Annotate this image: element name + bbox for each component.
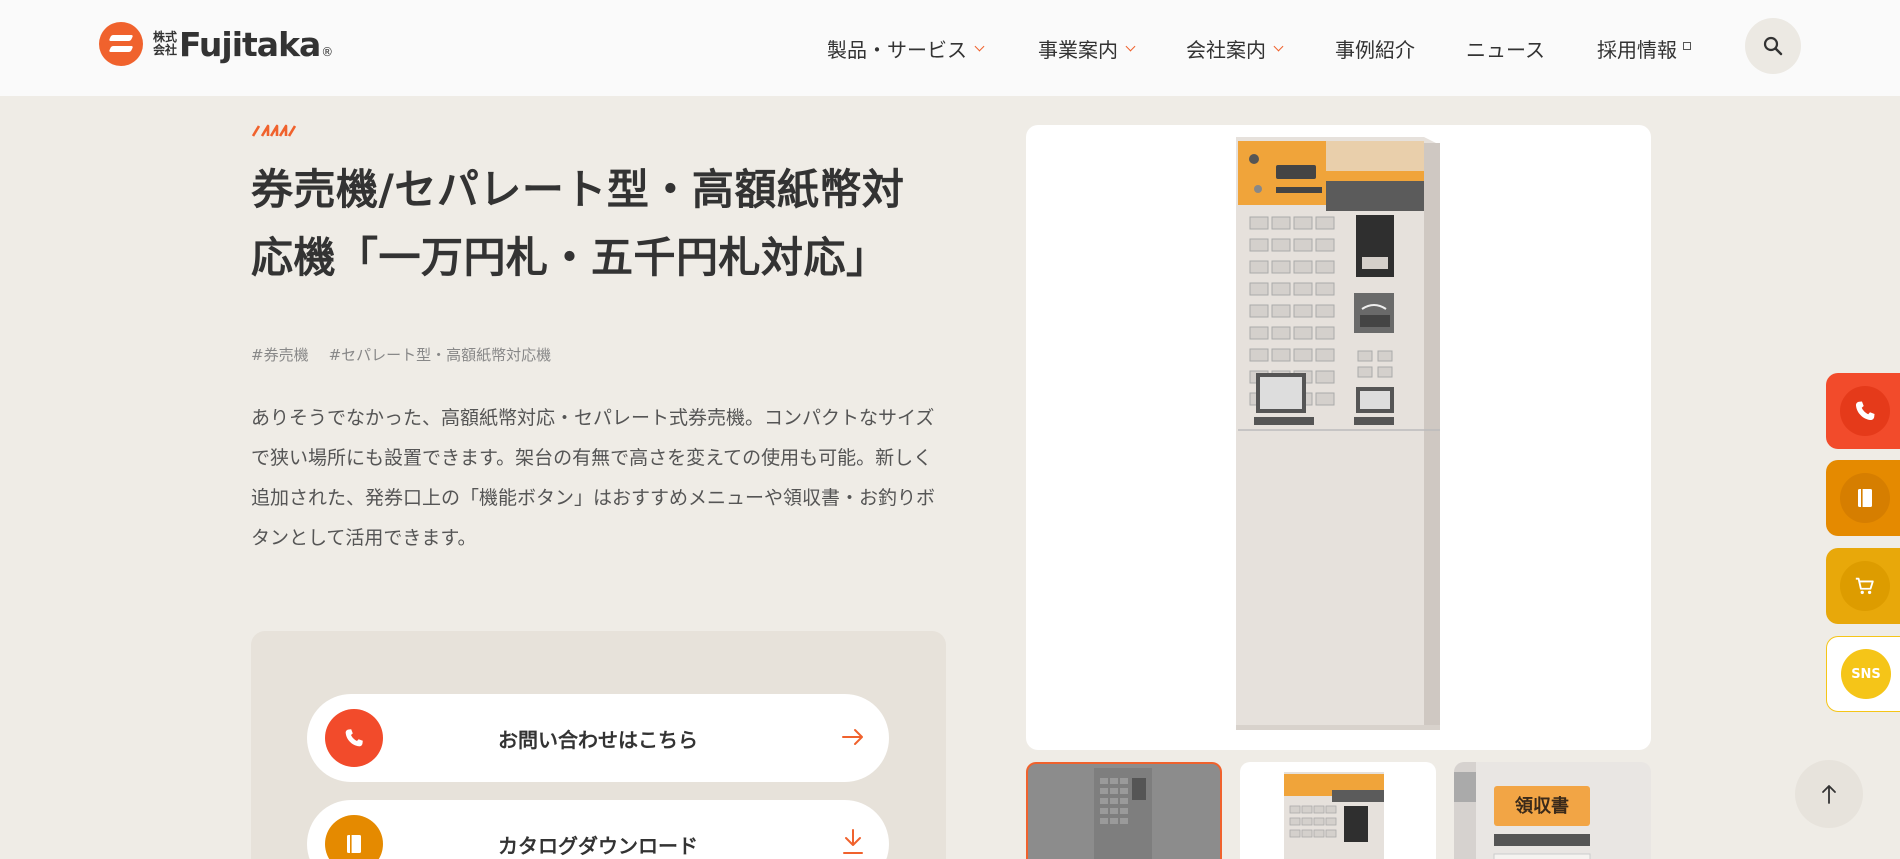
ticket-machine-thumbnail-image <box>1094 768 1152 859</box>
contact-button[interactable]: お問い合わせはこちら <box>307 694 889 782</box>
arrow-up-icon <box>1822 785 1836 804</box>
chevron-down-icon <box>1125 41 1136 52</box>
logo-mark-icon <box>99 22 143 66</box>
download-icon <box>843 829 863 854</box>
logo-prefix: 株式 会社 <box>153 31 177 57</box>
cta-panel: お問い合わせはこちら カタログダウンロード <box>251 631 946 859</box>
ticket-machine-image <box>1236 137 1440 730</box>
nav-label: ニュース <box>1466 38 1545 62</box>
logo-name: Fujitaka <box>179 24 321 64</box>
ticket-machine-thumbnail-image <box>1284 772 1384 859</box>
title-accent-icon <box>251 124 297 137</box>
tag-link[interactable]: #券売機 <box>251 344 309 365</box>
product-thumbnail-2[interactable] <box>1240 762 1436 859</box>
side-shop-button[interactable] <box>1826 548 1900 624</box>
external-link-icon <box>1683 41 1691 50</box>
side-phone-button[interactable] <box>1826 373 1900 449</box>
side-sns-button[interactable]: SNS <box>1826 636 1900 712</box>
nav-business[interactable]: 事業案内 <box>1038 34 1136 63</box>
product-title-line1: 券売機/セパレート型・高額紙幣対 <box>251 165 905 214</box>
nav-company[interactable]: 会社案内 <box>1186 34 1284 63</box>
logo-registered-mark: ® <box>321 45 334 59</box>
receipt-sign-text: 領収書 <box>1515 796 1569 817</box>
tag-link[interactable]: #セパレート型・高額紙幣対応機 <box>329 344 552 365</box>
catalog-icon <box>325 815 383 859</box>
search-button[interactable] <box>1745 18 1801 74</box>
product-thumbnail-3[interactable]: 領収書 <box>1454 762 1651 859</box>
nav-case-studies[interactable]: 事例紹介 <box>1335 34 1415 63</box>
catalog-button-label: カタログダウンロード <box>498 833 698 858</box>
side-catalog-button[interactable] <box>1826 460 1900 536</box>
sns-label: SNS <box>1851 666 1881 682</box>
nav-label: 会社案内 <box>1186 38 1266 62</box>
chevron-down-icon <box>974 41 985 52</box>
product-description: ありそうでなかった、高額紙幣対応・セパレート式券売機。コンパクトなサイズで狭い場… <box>251 407 936 549</box>
nav-products-services[interactable]: 製品・サービス <box>827 34 985 63</box>
product-thumbnail-1[interactable] <box>1026 762 1222 859</box>
nav-label: 製品・サービス <box>827 38 967 62</box>
contact-button-label: お問い合わせはこちら <box>498 727 698 752</box>
catalog-icon <box>1840 473 1890 523</box>
back-to-top-button[interactable] <box>1795 760 1863 828</box>
nav-news[interactable]: ニュース <box>1466 34 1545 63</box>
site-header: 株式 会社 Fujitaka ® 製品・サービス 事業案内 会社案内 事例紹介 … <box>0 0 1900 96</box>
phone-icon <box>325 709 383 767</box>
company-logo[interactable]: 株式 会社 Fujitaka ® <box>99 22 333 66</box>
product-title-line2: 応機「一万円札・五千円札対応」 <box>251 233 889 282</box>
search-icon <box>1763 36 1783 56</box>
cart-icon <box>1840 561 1890 611</box>
catalog-download-button[interactable]: カタログダウンロード <box>307 800 889 859</box>
chevron-down-icon <box>1273 41 1284 52</box>
product-title: 券売機/セパレート型・高額紙幣対 応機「一万円札・五千円札対応」 <box>251 156 951 292</box>
arrow-right-icon <box>842 729 863 745</box>
nav-recruit[interactable]: 採用情報 <box>1597 34 1691 63</box>
nav-label: 採用情報 <box>1597 38 1677 62</box>
sns-icon: SNS <box>1841 649 1891 699</box>
phone-icon <box>1840 386 1890 436</box>
logo-prefix-line2: 会社 <box>153 43 178 57</box>
product-tags: #券売機 #セパレート型・高額紙幣対応機 <box>251 344 551 365</box>
nav-label: 事例紹介 <box>1335 38 1415 62</box>
product-main-image <box>1026 125 1651 750</box>
nav-label: 事業案内 <box>1038 38 1118 62</box>
